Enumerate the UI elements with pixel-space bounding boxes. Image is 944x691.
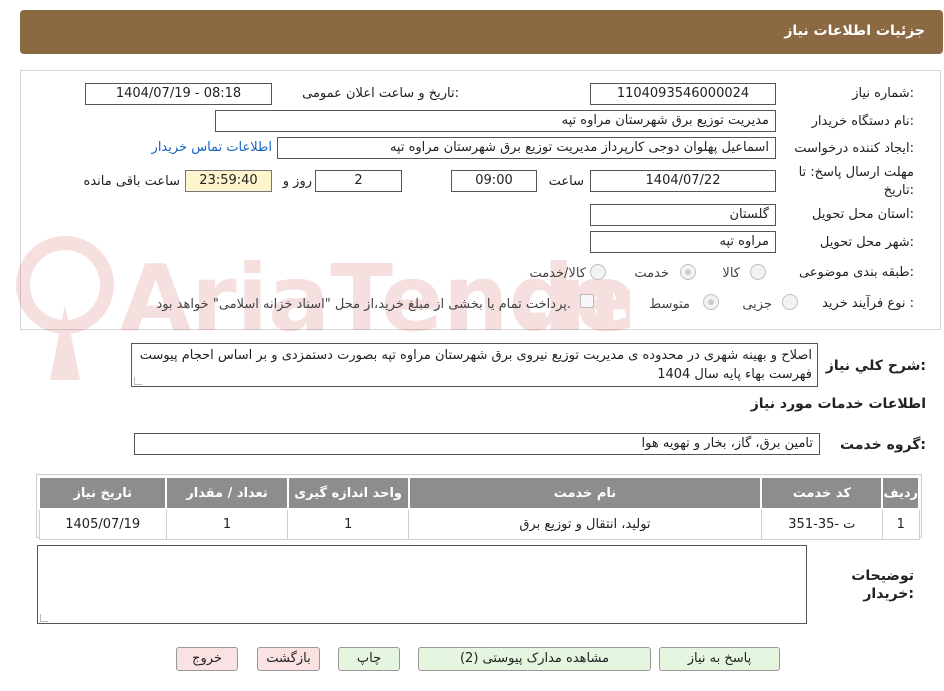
cell-service-name: تولید، انتقال و توزیع برق bbox=[408, 508, 762, 540]
treasury-payment-checkbox[interactable] bbox=[580, 294, 594, 308]
service-group-field: تامین برق، گاز، بخار و تهویه هوا bbox=[134, 433, 820, 455]
category-radio-service[interactable] bbox=[680, 264, 696, 280]
days-field: 2 bbox=[315, 170, 402, 192]
table-row[interactable]: 1 ت -35-351 تولید، انتقال و توزیع برق 1 … bbox=[38, 508, 920, 540]
category-option-goods-service: کالا/خدمت bbox=[529, 266, 586, 281]
time-label: ساعت bbox=[548, 174, 584, 189]
requester-field: اسماعیل پهلوان دوجی کارپرداز مدیریت توزی… bbox=[277, 137, 776, 159]
province-field: گلستان bbox=[590, 204, 776, 226]
cell-row-number: 1 bbox=[881, 508, 920, 540]
buyer-notes-label: توضیحات bbox=[851, 568, 914, 584]
need-number-field: 1104093546000024 bbox=[590, 83, 776, 105]
need-number-label: شماره نیاز: bbox=[852, 86, 914, 101]
description-textarea[interactable]: اصلاح و بهینه شهری در محدوده ی مدیریت تو… bbox=[131, 343, 818, 387]
city-label: شهر محل تحویل: bbox=[819, 235, 914, 250]
col-need-date: تاریخ نیاز bbox=[37, 476, 168, 510]
cell-unit: 1 bbox=[287, 508, 410, 540]
cell-quantity: 1 bbox=[165, 508, 289, 540]
process-option-medium: متوسط bbox=[649, 297, 690, 312]
buyer-notes-label-2: خریدار: bbox=[863, 586, 914, 602]
category-option-goods: کالا bbox=[722, 266, 740, 281]
treasury-payment-note: پرداخت تمام یا بخشی از مبلغ خرید،از محل … bbox=[156, 297, 571, 312]
remaining-label: ساعت باقی مانده bbox=[83, 174, 180, 189]
category-radio-goods[interactable] bbox=[750, 264, 766, 280]
attachments-button[interactable]: مشاهده مدارک پیوستی (2) bbox=[418, 647, 651, 671]
print-button[interactable]: چاپ bbox=[338, 647, 400, 671]
province-label: استان محل تحویل: bbox=[812, 207, 914, 222]
resize-handle-icon[interactable] bbox=[40, 614, 48, 622]
process-radio-minor[interactable] bbox=[782, 294, 798, 310]
page-header: جزئیات اطلاعات نیاز bbox=[20, 10, 943, 54]
cell-service-code: ت -35-351 bbox=[760, 508, 883, 540]
col-service-code: کد خدمت bbox=[760, 476, 884, 510]
reply-button[interactable]: پاسخ به نیاز bbox=[659, 647, 780, 671]
buyer-notes-textarea[interactable] bbox=[37, 545, 807, 624]
cell-need-date: 1405/07/19 bbox=[38, 508, 167, 540]
exit-button[interactable]: خروج bbox=[176, 647, 238, 671]
services-table: ردیف کد خدمت نام خدمت واحد اندازه گیری ت… bbox=[37, 476, 920, 540]
process-option-minor: جزیی bbox=[742, 297, 772, 312]
process-radio-medium[interactable] bbox=[703, 294, 719, 310]
description-label: شرح کلي نياز: bbox=[825, 358, 926, 374]
col-unit: واحد اندازه گیری bbox=[286, 476, 410, 510]
page-title: جزئیات اطلاعات نیاز bbox=[784, 23, 925, 39]
remaining-time-field: 23:59:40 bbox=[185, 170, 272, 192]
back-button[interactable]: بازگشت bbox=[257, 647, 320, 671]
deadline-time-field: 09:00 bbox=[451, 170, 537, 192]
buyer-org-label: نام دستگاه خریدار: bbox=[811, 114, 914, 129]
description-text: اصلاح و بهینه شهری در محدوده ی مدیریت تو… bbox=[139, 348, 812, 382]
category-radio-goods-service[interactable] bbox=[590, 264, 606, 280]
days-label: روز و bbox=[282, 174, 312, 189]
city-field: مراوه تپه bbox=[590, 231, 776, 253]
col-quantity: تعداد / مقدار bbox=[165, 476, 289, 510]
process-label: نوع فرآیند خرید : bbox=[822, 296, 914, 311]
requester-label: ایجاد کننده درخواست: bbox=[794, 141, 914, 156]
deadline-label-date: تاریخ: bbox=[883, 183, 914, 198]
services-section-title: اطلاعات خدمات مورد نیاز bbox=[750, 396, 926, 412]
deadline-date-field: 1404/07/22 bbox=[590, 170, 776, 192]
deadline-label: مهلت ارسال پاسخ: تا bbox=[798, 165, 914, 180]
buyer-org-field: مدیریت توزیع برق شهرستان مراوه تپه bbox=[215, 110, 776, 132]
col-service-name: نام خدمت bbox=[407, 476, 763, 510]
announce-datetime-field: 1404/07/19 - 08:18 bbox=[85, 83, 272, 105]
category-label: طبقه بندی موضوعی: bbox=[798, 265, 914, 280]
need-details-panel bbox=[20, 70, 941, 330]
col-row-number: ردیف bbox=[881, 476, 920, 510]
service-group-label: گروه خدمت: bbox=[840, 437, 926, 453]
announce-label: تاریخ و ساعت اعلان عمومی: bbox=[302, 86, 459, 101]
resize-handle-icon[interactable] bbox=[134, 377, 142, 385]
buyer-contact-link[interactable]: اطلاعات تماس خریدار bbox=[152, 140, 272, 155]
category-option-service: خدمت bbox=[634, 266, 669, 281]
